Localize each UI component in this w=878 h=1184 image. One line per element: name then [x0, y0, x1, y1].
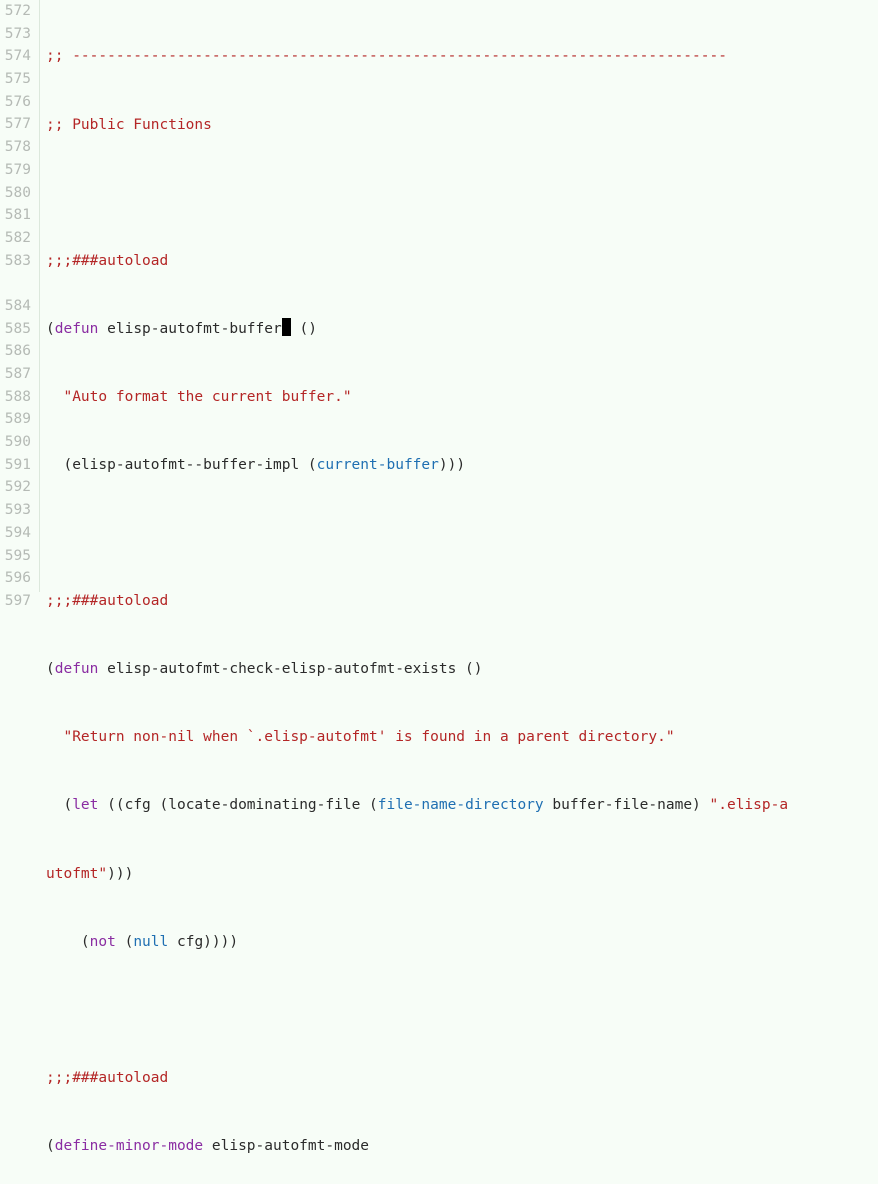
line-number: 584 [4, 295, 31, 318]
line-number: 578 [4, 136, 31, 159]
code-line [46, 999, 878, 1022]
code-line: (defun elisp-autofmt-buffer () [46, 318, 878, 341]
line-number: 595 [4, 545, 31, 568]
line-number [4, 272, 31, 295]
line-number: 575 [4, 68, 31, 91]
line-number: 593 [4, 499, 31, 522]
line-number: 580 [4, 182, 31, 205]
code-line: (defun elisp-autofmt-check-elisp-autofmt… [46, 658, 878, 681]
code-line: ;;;###autoload [46, 250, 878, 273]
code-line: (define-minor-mode elisp-autofmt-mode [46, 1135, 878, 1158]
code-editor[interactable]: 572 573 574 575 576 577 578 579 580 581 … [0, 0, 878, 592]
line-number: 582 [4, 227, 31, 250]
line-number: 590 [4, 431, 31, 454]
code-line: ;;;###autoload [46, 1067, 878, 1090]
line-number: 592 [4, 476, 31, 499]
line-number: 591 [4, 454, 31, 477]
code-line: "Return non-nil when `.elisp-autofmt' is… [46, 726, 878, 749]
line-number: 588 [4, 386, 31, 409]
code-line: "Auto format the current buffer." [46, 386, 878, 409]
line-number: 586 [4, 340, 31, 363]
code-line: (let ((cfg (locate-dominating-file (file… [46, 794, 878, 817]
line-number: 576 [4, 91, 31, 114]
code-line: ;;;###autoload [46, 590, 878, 613]
line-number: 574 [4, 45, 31, 68]
line-number: 583 [4, 250, 31, 273]
code-line: (elisp-autofmt--buffer-impl (current-buf… [46, 454, 878, 477]
line-number: 579 [4, 159, 31, 182]
line-number: 589 [4, 408, 31, 431]
line-number: 597 [4, 590, 31, 613]
code-line [46, 182, 878, 205]
line-number: 572 [4, 0, 31, 23]
code-line: utofmt"))) [46, 863, 878, 886]
line-gutter: 572 573 574 575 576 577 578 579 580 581 … [0, 0, 40, 592]
line-number: 596 [4, 567, 31, 590]
line-number: 585 [4, 318, 31, 341]
line-number: 594 [4, 522, 31, 545]
code-line: ;; Public Functions [46, 114, 878, 137]
line-number: 581 [4, 204, 31, 227]
line-number: 587 [4, 363, 31, 386]
code-area[interactable]: ;; -------------------------------------… [40, 0, 878, 592]
line-number: 577 [4, 113, 31, 136]
cursor [282, 318, 291, 336]
line-number: 573 [4, 23, 31, 46]
code-line: ;; -------------------------------------… [46, 45, 878, 68]
code-line: (not (null cfg)))) [46, 931, 878, 954]
code-line [46, 522, 878, 545]
